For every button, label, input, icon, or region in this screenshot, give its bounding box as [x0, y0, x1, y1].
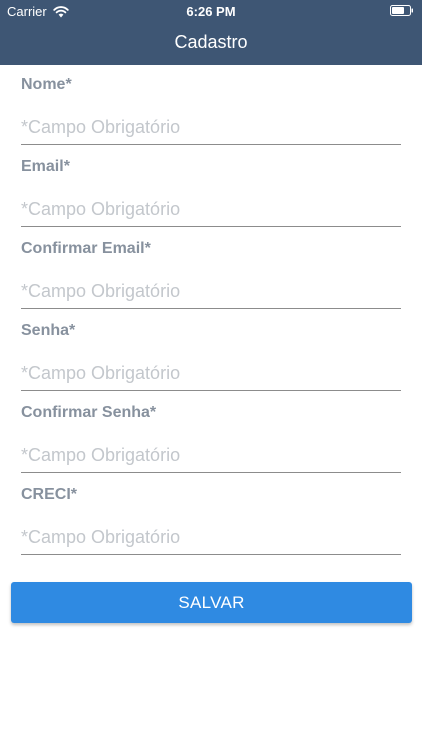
status-time: 6:26 PM [186, 4, 236, 19]
creci-field-group: CRECI* [21, 486, 401, 558]
status-bar: Carrier 6:26 PM [0, 0, 422, 22]
password-input[interactable] [21, 356, 401, 391]
password-field-group: Senha* [21, 322, 401, 394]
password-label: Senha* [21, 322, 76, 339]
email-label: Email* [21, 158, 70, 175]
name-label: Nome* [21, 76, 72, 93]
confirm-password-label: Confirmar Senha* [21, 404, 157, 421]
confirm-email-input[interactable] [21, 274, 401, 309]
name-field-group: Nome* [21, 76, 401, 148]
battery-icon [390, 5, 413, 16]
save-button[interactable]: SALVAR [11, 582, 412, 623]
email-field-group: Email* [21, 158, 401, 230]
name-input[interactable] [21, 110, 401, 145]
confirm-email-label: Confirmar Email* [21, 240, 151, 257]
confirm-password-input[interactable] [21, 438, 401, 473]
navigation-bar: Carrier 6:26 PM Cadastro [0, 0, 422, 65]
email-input[interactable] [21, 192, 401, 227]
confirm-email-field-group: Confirmar Email* [21, 240, 401, 312]
creci-input[interactable] [21, 520, 401, 555]
page-title: Cadastro [174, 32, 248, 52]
confirm-password-field-group: Confirmar Senha* [21, 404, 401, 476]
creci-label: CRECI* [21, 486, 78, 503]
